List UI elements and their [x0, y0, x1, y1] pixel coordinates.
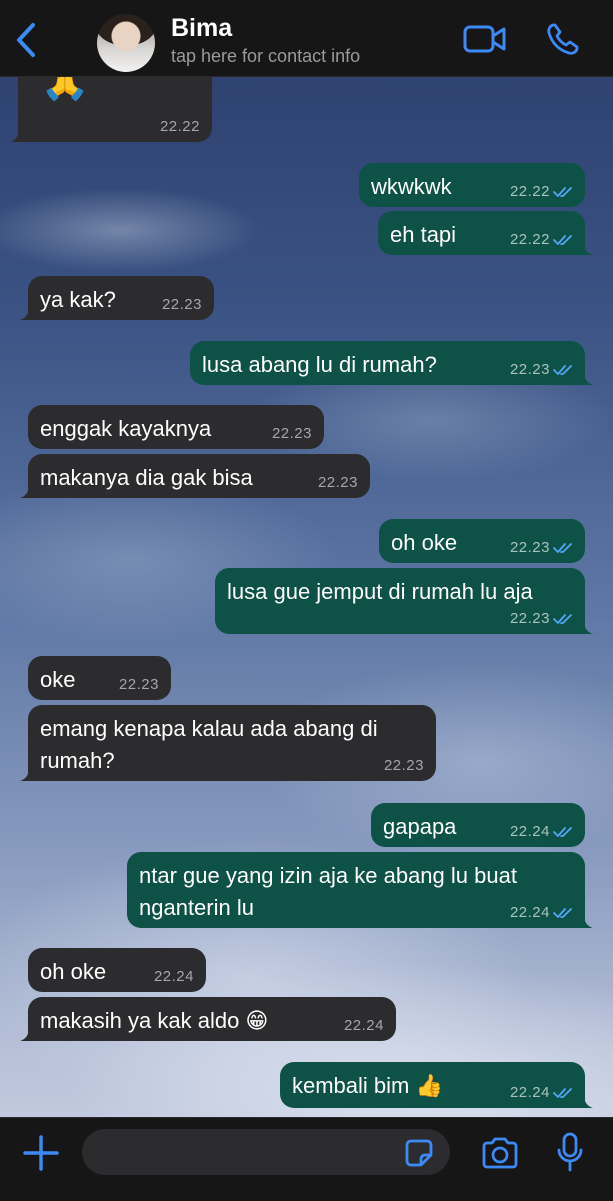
- composer-bar: [0, 1117, 613, 1201]
- incoming-message[interactable]: oke 22.23: [28, 656, 171, 700]
- message-meta: 22.22: [510, 183, 573, 201]
- message-meta: 22.23: [510, 610, 573, 628]
- message-list: 🙏 22.22 wkwkwk 22.22 eh tapi 22.22 ya kak? 22.2…: [0, 0, 613, 1200]
- message-meta: 22.23: [384, 757, 424, 775]
- microphone-icon[interactable]: [556, 1132, 584, 1174]
- plus-icon[interactable]: [22, 1134, 60, 1172]
- message-text: enggak kayaknya: [40, 416, 212, 441]
- message-text: oh oke: [40, 959, 107, 984]
- message-time: 22.22: [159, 118, 200, 135]
- bubble-tail: [573, 1092, 593, 1108]
- outgoing-message[interactable]: lusa abang lu di rumah? 22.23: [190, 341, 593, 385]
- message-text: gapapa: [383, 814, 457, 839]
- contact-name[interactable]: Bima: [171, 14, 232, 43]
- message-time: 22.24: [343, 1017, 384, 1034]
- message-time: 22.23: [383, 757, 424, 774]
- outgoing-message[interactable]: eh tapi 22.22: [378, 211, 593, 255]
- incoming-message[interactable]: emang kenapa kalau ada abang di rumah? 22…: [20, 705, 436, 781]
- message-meta: 22.23: [272, 425, 312, 443]
- read-receipt-icon: [553, 234, 573, 246]
- incoming-message[interactable]: makanya dia gak bisa 22.23: [20, 454, 370, 498]
- message-meta: 22.22: [160, 118, 200, 136]
- message-time: 22.23: [509, 610, 550, 627]
- message-time: 22.22: [509, 183, 550, 200]
- message-meta: 22.24: [510, 1084, 573, 1102]
- message-time: 22.23: [317, 474, 358, 491]
- bubble-tail: [20, 765, 40, 781]
- bubble-tail: [573, 239, 593, 255]
- outgoing-message[interactable]: oh oke 22.23: [379, 519, 585, 563]
- bubble-tail: [10, 126, 30, 142]
- message-input[interactable]: [82, 1129, 450, 1175]
- chevron-left-icon[interactable]: [12, 20, 40, 60]
- bubble-tail: [20, 482, 40, 498]
- outgoing-message[interactable]: ntar gue yang izin aja ke abang lu buat …: [127, 852, 593, 928]
- sticker-icon[interactable]: [404, 1138, 434, 1168]
- message-text: emang kenapa kalau ada abang di rumah?: [40, 716, 378, 773]
- message-time: 22.23: [509, 539, 550, 556]
- message-time: 22.23: [161, 296, 202, 313]
- contact-info-hint[interactable]: tap here for contact info: [171, 46, 360, 67]
- video-camera-icon[interactable]: [463, 24, 507, 54]
- message-meta: 22.24: [510, 823, 573, 841]
- bubble-tail: [573, 912, 593, 928]
- read-receipt-icon: [553, 186, 573, 198]
- outgoing-message[interactable]: kembali bim 👍 22.24: [280, 1062, 593, 1108]
- read-receipt-icon: [553, 613, 573, 625]
- outgoing-message[interactable]: gapapa 22.24: [371, 803, 585, 847]
- message-time: 22.23: [271, 425, 312, 442]
- outgoing-message[interactable]: lusa gue jemput di rumah lu aja 22.23: [215, 568, 593, 634]
- message-text: eh tapi: [390, 222, 457, 247]
- message-meta: 22.23: [318, 474, 358, 492]
- message-time: 22.22: [509, 231, 550, 248]
- message-meta: 22.23: [510, 361, 573, 379]
- message-text: wkwkwk: [371, 174, 452, 199]
- phone-icon[interactable]: [546, 22, 580, 56]
- message-meta: 22.23: [510, 539, 573, 557]
- read-receipt-icon: [553, 542, 573, 554]
- message-text: kembali bim 👍: [292, 1073, 443, 1098]
- camera-icon[interactable]: [480, 1136, 520, 1170]
- message-meta: 22.22: [510, 231, 573, 249]
- message-text: lusa abang lu di rumah?: [202, 352, 437, 377]
- message-text: makanya dia gak bisa: [40, 465, 253, 490]
- bubble-tail: [20, 1025, 40, 1041]
- message-text: oh oke: [391, 530, 458, 555]
- message-time: 22.24: [509, 1084, 550, 1101]
- bubble-tail: [20, 304, 40, 320]
- avatar[interactable]: [97, 14, 155, 72]
- read-receipt-icon: [553, 364, 573, 376]
- message-time: 22.23: [118, 676, 159, 693]
- message-meta: 22.24: [344, 1017, 384, 1035]
- message-meta: 22.23: [162, 296, 202, 314]
- message-time: 22.24: [153, 968, 194, 985]
- outgoing-message[interactable]: wkwkwk 22.22: [359, 163, 585, 207]
- incoming-message[interactable]: enggak kayaknya 22.23: [28, 405, 324, 449]
- message-time: 22.23: [509, 361, 550, 378]
- message-meta: 22.24: [510, 904, 573, 922]
- message-text: lusa gue jemput di rumah lu aja: [227, 579, 533, 604]
- incoming-message[interactable]: makasih ya kak aldo 😁 22.24: [20, 997, 396, 1041]
- message-time: 22.24: [509, 823, 550, 840]
- incoming-message[interactable]: ya kak? 22.23: [20, 276, 214, 320]
- read-receipt-icon: [553, 826, 573, 838]
- bubble-tail: [573, 369, 593, 385]
- chat-header: Bima tap here for contact info: [0, 0, 613, 77]
- message-text: makasih ya kak aldo 😁: [40, 1008, 269, 1033]
- message-meta: 22.24: [154, 968, 194, 986]
- message-time: 22.24: [509, 904, 550, 921]
- message-text: ya kak?: [40, 287, 116, 312]
- bubble-tail: [573, 618, 593, 634]
- message-text: ntar gue yang izin aja ke abang lu buat …: [139, 863, 517, 920]
- incoming-message[interactable]: oh oke 22.24: [28, 948, 206, 992]
- read-receipt-icon: [553, 1087, 573, 1099]
- message-text: oke: [40, 667, 76, 692]
- message-meta: 22.23: [119, 676, 159, 694]
- read-receipt-icon: [553, 907, 573, 919]
